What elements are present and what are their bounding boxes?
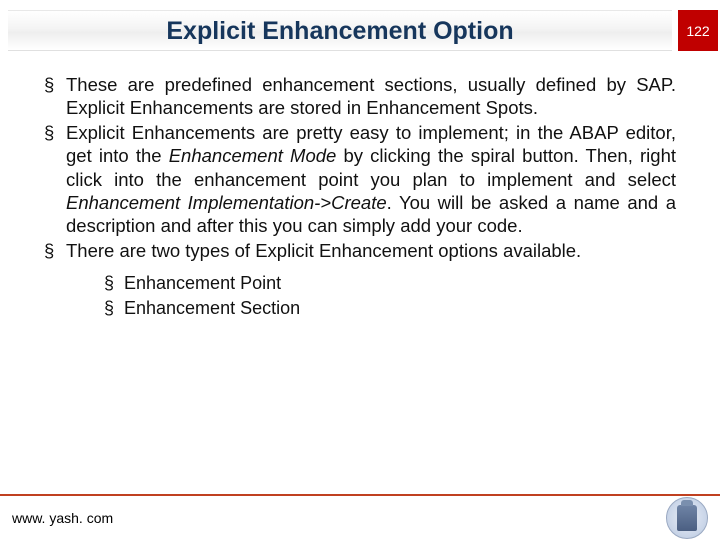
slide-title: Explicit Enhancement Option bbox=[8, 17, 672, 46]
header-row: Explicit Enhancement Option 122 bbox=[0, 0, 720, 51]
sub-bullet-list: Enhancement Point Enhancement Section bbox=[104, 272, 676, 319]
footer-url: www. yash. com bbox=[12, 510, 113, 526]
brand-logo bbox=[666, 497, 708, 539]
bullet-list: These are predefined enhancement section… bbox=[44, 73, 676, 262]
tower-icon bbox=[677, 505, 697, 531]
list-item: Explicit Enhancements are pretty easy to… bbox=[44, 121, 676, 237]
list-item: Enhancement Section bbox=[104, 297, 676, 320]
slide-content: These are predefined enhancement section… bbox=[0, 51, 720, 319]
footer: www. yash. com bbox=[0, 494, 720, 540]
list-item: These are predefined enhancement section… bbox=[44, 73, 676, 119]
list-item: There are two types of Explicit Enhancem… bbox=[44, 239, 676, 262]
title-bar: Explicit Enhancement Option bbox=[8, 10, 672, 51]
page-number-badge: 122 bbox=[678, 10, 718, 51]
list-item: Enhancement Point bbox=[104, 272, 676, 295]
